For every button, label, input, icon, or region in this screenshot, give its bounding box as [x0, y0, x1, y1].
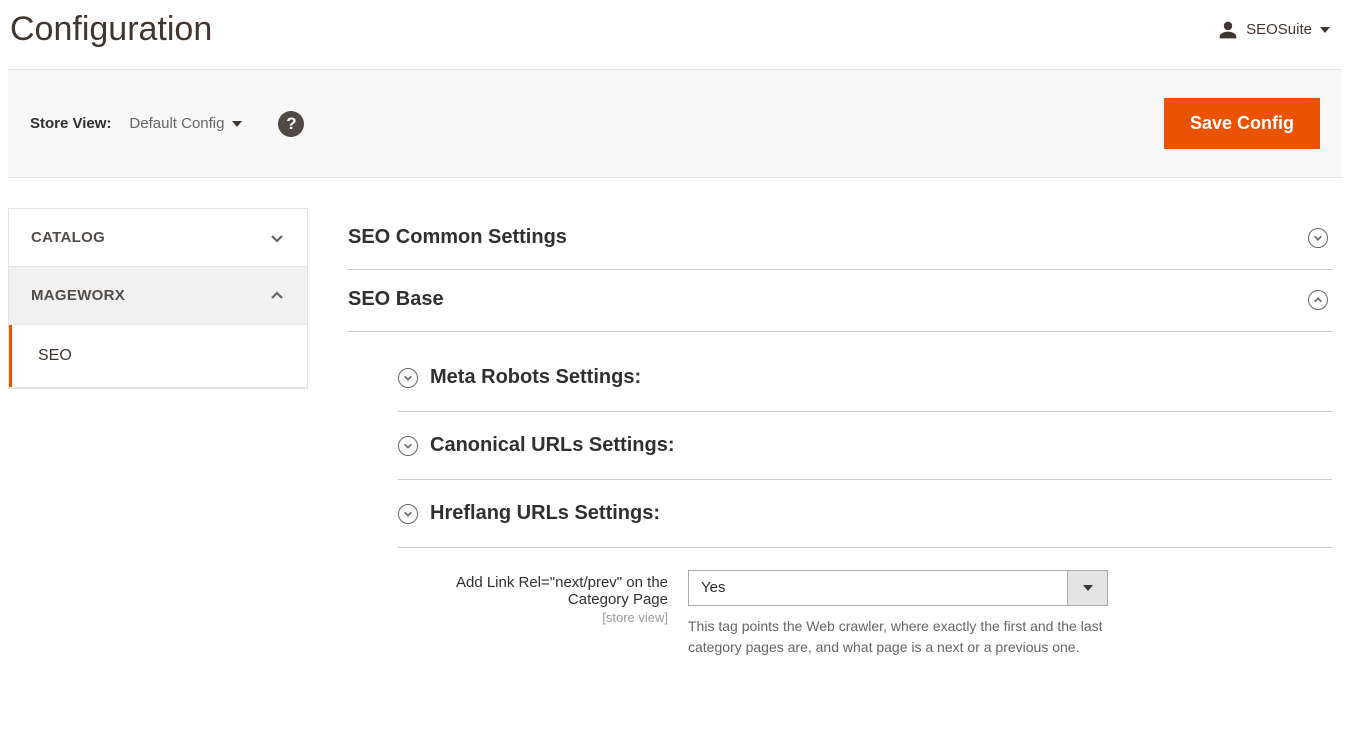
subsection-canonical-urls: Canonical URLs Settings: [398, 412, 1332, 480]
section-header-seo-common[interactable]: SEO Common Settings [348, 208, 1332, 269]
field-scope: [store view] [398, 610, 668, 625]
help-icon[interactable]: ? [278, 111, 304, 137]
page-header: Configuration SEOSuite [0, 0, 1350, 69]
chevron-up-icon [269, 288, 285, 304]
save-config-button[interactable]: Save Config [1164, 98, 1320, 149]
subsection-hreflang-urls: Hreflang URLs Settings: [398, 480, 1332, 548]
main-config: SEO Common Settings SEO Base [348, 208, 1342, 668]
store-view-dropdown[interactable]: Default Config [129, 115, 242, 132]
sidebar-section-mageworx[interactable]: MAGEWORX [9, 267, 307, 325]
toolbar: Store View: Default Config ? Save Config [8, 69, 1342, 178]
subsection-title: Hreflang URLs Settings: [430, 502, 660, 525]
section-title: SEO Base [348, 288, 444, 311]
field-control: Yes This tag points the Web crawler, whe… [688, 570, 1108, 658]
chevron-down-icon [232, 121, 242, 127]
subsection-title: Meta Robots Settings: [430, 366, 641, 389]
collapse-icon [1308, 290, 1328, 310]
section-seo-base: SEO Base Meta Robots Settings: [348, 270, 1332, 668]
field-label: Add Link Rel="next/prev" on the Category… [398, 570, 668, 658]
field-rel-next-prev: Add Link Rel="next/prev" on the Category… [398, 548, 1332, 668]
sidebar-section-label: MAGEWORX [31, 287, 125, 304]
subsection-header[interactable]: Hreflang URLs Settings: [398, 480, 1332, 547]
store-view-value: Default Config [129, 115, 224, 132]
rel-next-prev-select[interactable]: Yes [688, 570, 1108, 606]
expand-icon [398, 368, 418, 388]
content-area: CATALOG MAGEWORX SEO SEO Common Settings [0, 178, 1350, 708]
user-name: SEOSuite [1246, 21, 1312, 38]
chevron-down-icon [269, 230, 285, 246]
expand-icon [398, 504, 418, 524]
expand-icon [1308, 228, 1328, 248]
subsections: Meta Robots Settings: Canonical URLs Set… [348, 332, 1332, 668]
chevron-down-icon [1067, 571, 1107, 605]
subsection-header[interactable]: Canonical URLs Settings: [398, 412, 1332, 479]
store-view-switcher: Store View: Default Config ? [30, 111, 304, 137]
user-menu[interactable]: SEOSuite [1218, 20, 1330, 40]
section-title: SEO Common Settings [348, 226, 567, 249]
sidebar-section-label: CATALOG [31, 229, 105, 246]
user-icon [1218, 20, 1238, 40]
field-hint: This tag points the Web crawler, where e… [688, 616, 1108, 658]
sidebar-item-seo[interactable]: SEO [9, 325, 307, 387]
select-value: Yes [689, 571, 1067, 605]
page-title: Configuration [10, 10, 212, 49]
section-seo-common: SEO Common Settings [348, 208, 1332, 270]
expand-icon [398, 436, 418, 456]
store-view-label: Store View: [30, 115, 111, 132]
sidebar-section-catalog[interactable]: CATALOG [9, 209, 307, 267]
subsection-header[interactable]: Meta Robots Settings: [398, 344, 1332, 411]
subsection-meta-robots: Meta Robots Settings: [398, 344, 1332, 412]
sidebar-item-label: SEO [38, 347, 72, 364]
field-label-text: Add Link Rel="next/prev" on the Category… [398, 574, 668, 608]
subsection-title: Canonical URLs Settings: [430, 434, 674, 457]
config-sidebar: CATALOG MAGEWORX SEO [8, 208, 308, 389]
chevron-down-icon [1320, 27, 1330, 33]
section-header-seo-base[interactable]: SEO Base [348, 270, 1332, 332]
